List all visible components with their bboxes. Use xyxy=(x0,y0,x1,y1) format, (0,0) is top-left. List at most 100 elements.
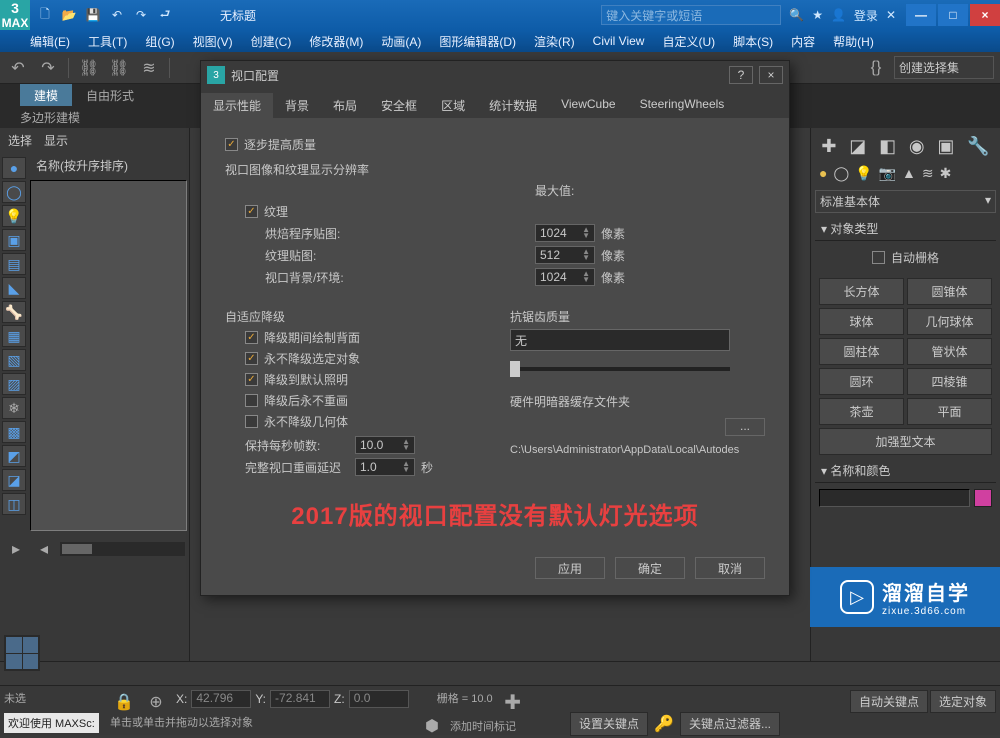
autogrid-checkbox[interactable] xyxy=(872,251,885,264)
add-time-marker[interactable]: 添加时间标记 xyxy=(450,718,516,734)
search-icon[interactable]: 🔍 xyxy=(789,8,804,22)
link-icon[interactable]: ⮐ xyxy=(154,4,176,26)
res-spinner-2[interactable]: 512▲▼ xyxy=(535,246,595,264)
motion-tab-icon[interactable]: ◉ xyxy=(909,136,925,157)
dialog-tab-3[interactable]: 安全框 xyxy=(369,93,429,118)
adaptive-checkbox-3[interactable] xyxy=(245,394,258,407)
rollout-name-color[interactable]: ▾ 名称和颜色 xyxy=(815,459,996,483)
collapse-icon[interactable]: ◂ xyxy=(32,537,56,561)
dialog-tab-2[interactable]: 布局 xyxy=(321,93,369,118)
z-input[interactable]: 0.0 xyxy=(349,690,409,708)
apply-button[interactable]: 应用 xyxy=(535,557,605,579)
tab-display[interactable]: 显示 xyxy=(44,132,68,149)
adaptive-checkbox-4[interactable] xyxy=(245,415,258,428)
systems-icon[interactable]: ✱ xyxy=(940,165,952,182)
dialog-tab-4[interactable]: 区域 xyxy=(429,93,477,118)
camera-icon[interactable]: ▣ xyxy=(2,229,26,251)
star-icon[interactable]: ★ xyxy=(812,8,823,22)
aa-dropdown[interactable]: 无 xyxy=(510,329,730,351)
shapes-icon[interactable]: ◯ xyxy=(833,165,849,182)
aa-slider[interactable] xyxy=(510,367,730,371)
res-spinner-1[interactable]: 1024▲▼ xyxy=(535,224,595,242)
menu-12[interactable]: 内容 xyxy=(791,33,815,50)
bracket-icon[interactable]: {} xyxy=(864,56,888,80)
timeline[interactable] xyxy=(0,661,1000,685)
unlink-icon[interactable]: ⛓ xyxy=(107,56,131,80)
list-header[interactable]: 名称(按升序排序) xyxy=(28,153,189,178)
menu-0[interactable]: 编辑(E) xyxy=(30,33,70,50)
y-input[interactable]: -72.841 xyxy=(270,690,330,708)
freeze-icon[interactable]: ❄ xyxy=(2,397,26,419)
open-icon[interactable]: 📂 xyxy=(58,4,80,26)
menu-2[interactable]: 组(G) xyxy=(145,33,174,50)
spline-icon[interactable]: ◯ xyxy=(2,181,26,203)
utilities-tab-icon[interactable]: 🔧 xyxy=(967,136,989,157)
login-link[interactable]: 登录 xyxy=(854,7,878,24)
dialog-close-button[interactable]: × xyxy=(759,66,783,84)
redo-icon[interactable]: ↷ xyxy=(130,4,152,26)
ribbon-tab-1[interactable]: 自由形式 xyxy=(72,84,148,106)
container-icon[interactable]: ▧ xyxy=(2,349,26,371)
space-icon[interactable]: ◣ xyxy=(2,277,26,299)
cancel-button[interactable]: 取消 xyxy=(695,557,765,579)
horizontal-scrollbar[interactable] xyxy=(60,542,185,556)
menu-13[interactable]: 帮助(H) xyxy=(833,33,874,50)
dialog-tab-6[interactable]: ViewCube xyxy=(549,93,627,118)
hide-icon[interactable]: ▩ xyxy=(2,421,26,443)
category-dropdown[interactable]: 标准基本体▾ xyxy=(815,190,996,213)
primitive-3[interactable]: 几何球体 xyxy=(907,308,992,335)
display-tab-icon[interactable]: ▣ xyxy=(937,136,954,157)
dialog-tab-1[interactable]: 背景 xyxy=(273,93,321,118)
rollout-object-type[interactable]: ▾ 对象类型 xyxy=(815,217,996,241)
group-icon[interactable]: ▦ xyxy=(2,325,26,347)
menu-3[interactable]: 视图(V) xyxy=(193,33,233,50)
primitive-7[interactable]: 四棱锥 xyxy=(907,368,992,395)
primitive-5[interactable]: 管状体 xyxy=(907,338,992,365)
spacewarps-icon[interactable]: ≋ xyxy=(922,165,934,182)
x-input[interactable]: 42.796 xyxy=(191,690,251,708)
primitive-10[interactable]: 加强型文本 xyxy=(819,428,992,455)
dialog-tab-7[interactable]: SteeringWheels xyxy=(628,93,737,118)
modify-tab-icon[interactable]: ◪ xyxy=(849,136,866,157)
set-key-button[interactable]: 设置关键点 xyxy=(570,712,648,736)
primitive-0[interactable]: 长方体 xyxy=(819,278,904,305)
res-spinner-3[interactable]: 1024▲▼ xyxy=(535,268,595,286)
adaptive-checkbox-1[interactable] xyxy=(245,352,258,365)
primitive-1[interactable]: 圆锥体 xyxy=(907,278,992,305)
hierarchy-tab-icon[interactable]: ◧ xyxy=(879,136,896,157)
menu-10[interactable]: 自定义(U) xyxy=(662,33,715,50)
ok-button[interactable]: 确定 xyxy=(615,557,685,579)
key-filter-button[interactable]: 关键点过滤器... xyxy=(680,712,780,736)
delay-spinner[interactable]: 1.0▲▼ xyxy=(355,458,415,476)
menu-5[interactable]: 修改器(M) xyxy=(309,33,363,50)
maxscript-listener[interactable]: 欢迎使用 MAXSc: xyxy=(4,713,99,733)
close-button[interactable]: × xyxy=(970,4,1000,26)
viewport-layout-switcher[interactable] xyxy=(4,635,40,671)
menu-6[interactable]: 动画(A) xyxy=(381,33,421,50)
texture-checkbox[interactable] xyxy=(245,205,258,218)
selection-set-dropdown[interactable]: 创建选择集 xyxy=(894,56,994,79)
primitive-2[interactable]: 球体 xyxy=(819,308,904,335)
light-icon[interactable]: 💡 xyxy=(2,205,26,227)
undo-icon[interactable]: ↶ xyxy=(6,56,30,80)
minimize-button[interactable]: — xyxy=(906,4,936,26)
menu-11[interactable]: 脚本(S) xyxy=(733,33,773,50)
maximize-button[interactable]: □ xyxy=(938,4,968,26)
fps-spinner[interactable]: 10.0▲▼ xyxy=(355,436,415,454)
menu-4[interactable]: 创建(C) xyxy=(251,33,292,50)
dialog-titlebar[interactable]: 3 视口配置 ? × xyxy=(201,61,789,89)
selected-obj-button[interactable]: 选定对象 xyxy=(930,690,996,713)
autodesk-x-icon[interactable]: ✕ xyxy=(886,8,896,22)
expand-icon[interactable]: ▸ xyxy=(4,537,28,561)
primitive-9[interactable]: 平面 xyxy=(907,398,992,425)
lights-icon[interactable]: 💡 xyxy=(855,165,872,182)
filter-icon[interactable]: ◫ xyxy=(2,493,26,515)
search-input[interactable]: 键入关键字或短语 xyxy=(601,5,781,25)
dialog-help-button[interactable]: ? xyxy=(729,66,753,84)
geometry-icon[interactable]: ● xyxy=(819,165,827,182)
tab-select[interactable]: 选择 xyxy=(8,132,32,149)
auto-key-button[interactable]: 自动关键点 xyxy=(850,690,928,713)
cameras-icon[interactable]: 📷 xyxy=(879,165,896,182)
helper-icon[interactable]: ▤ xyxy=(2,253,26,275)
lock-icon[interactable]: 🔒 xyxy=(112,690,136,714)
